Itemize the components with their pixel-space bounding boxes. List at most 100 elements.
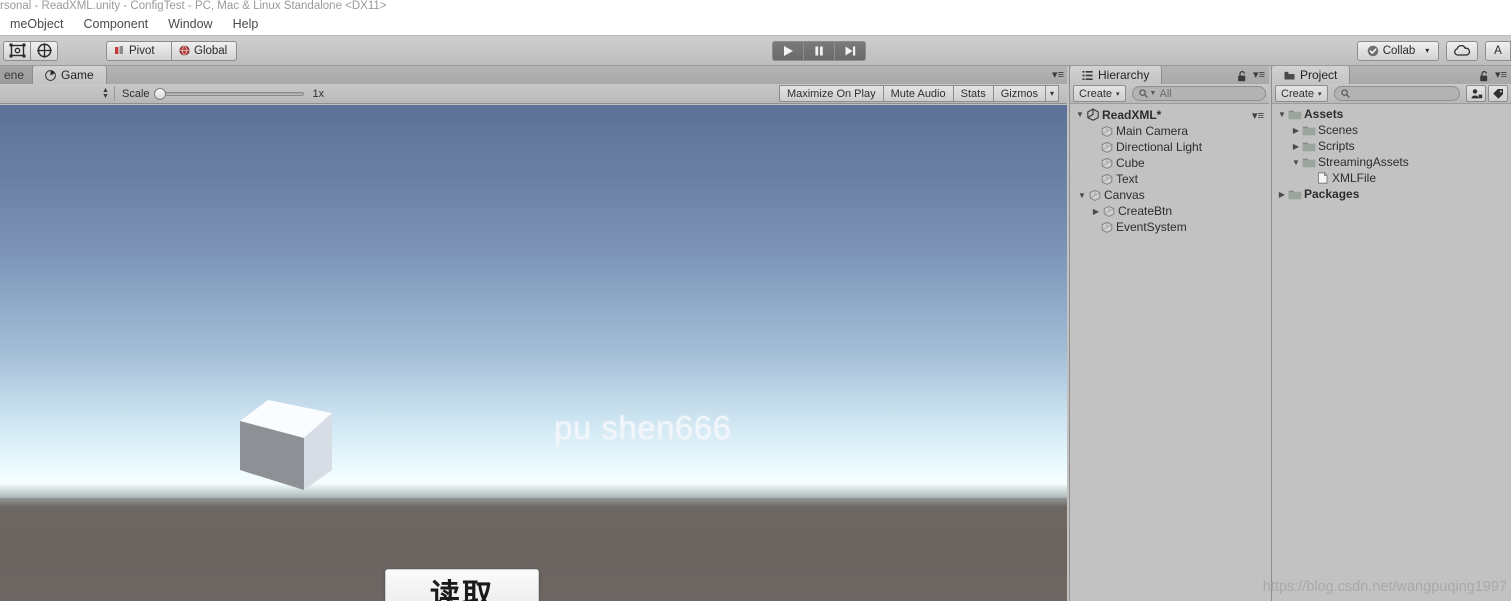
- project-item-assets[interactable]: ▼ Assets: [1272, 106, 1511, 122]
- project-item-scripts[interactable]: ▶ Scripts: [1272, 138, 1511, 154]
- createbtn-expand-arrow-icon[interactable]: ▶: [1090, 207, 1102, 216]
- scenes-expand-arrow-icon[interactable]: ▶: [1290, 126, 1302, 135]
- project-item-streamingassets[interactable]: ▼ StreamingAssets: [1272, 154, 1511, 170]
- menu-item-help[interactable]: Help: [223, 14, 269, 35]
- hierarchy-item-label: Canvas: [1104, 188, 1145, 202]
- maximize-on-play-button[interactable]: Maximize On Play: [778, 85, 884, 102]
- gizmos-button[interactable]: Gizmos: [993, 85, 1046, 102]
- project-tabbar: Project ▾≡: [1272, 66, 1511, 84]
- skybox: [0, 105, 1067, 502]
- hierarchy-item-cube[interactable]: ▶ Cube: [1070, 155, 1269, 171]
- hierarchy-scene-row[interactable]: ▼ ReadXML* ▾≡: [1070, 106, 1269, 123]
- collab-caret-icon: ▾: [1425, 46, 1430, 55]
- project-create-button[interactable]: Create ▾: [1275, 85, 1328, 102]
- stats-button[interactable]: Stats: [953, 85, 994, 102]
- scripts-expand-arrow-icon[interactable]: ▶: [1290, 142, 1302, 151]
- game-panel-menu-icon[interactable]: ▾≡: [1052, 68, 1064, 81]
- gameobject-icon: [1101, 221, 1113, 233]
- hierarchy-search-placeholder: All: [1159, 87, 1172, 100]
- playback-controls-group: [772, 40, 866, 61]
- tab-hierarchy-label: Hierarchy: [1098, 68, 1150, 82]
- project-item-label: Assets: [1304, 107, 1344, 121]
- hierarchy-tree: ▼ ReadXML* ▾≡ ▶ Main Camera: [1070, 104, 1269, 235]
- hierarchy-tabbar: Hierarchy ▾≡: [1070, 66, 1269, 84]
- hierarchy-scene-menu-icon[interactable]: ▾≡: [1252, 109, 1264, 122]
- hierarchy-item-canvas[interactable]: ▼ Canvas: [1070, 187, 1269, 203]
- tab-project[interactable]: Project: [1272, 66, 1351, 84]
- project-item-label: StreamingAssets: [1318, 155, 1409, 169]
- cloud-services-button[interactable]: [1446, 40, 1478, 61]
- collab-button[interactable]: Collab ▾: [1357, 40, 1439, 61]
- project-item-label: XMLFile: [1332, 171, 1377, 185]
- hierarchy-item-text[interactable]: ▶ Text: [1070, 171, 1269, 187]
- project-item-xmlfile[interactable]: ▶ XMLFile: [1272, 170, 1511, 186]
- game-panel-tabbar: ene Game ▾≡: [0, 66, 1067, 84]
- project-panel-menu-icon[interactable]: ▾≡: [1495, 68, 1507, 81]
- account-button[interactable]: A: [1485, 40, 1511, 61]
- packages-expand-arrow-icon[interactable]: ▶: [1276, 190, 1288, 199]
- hierarchy-create-label: Create: [1079, 87, 1113, 100]
- step-button[interactable]: [834, 40, 866, 61]
- project-item-label: Scripts: [1318, 139, 1355, 153]
- project-item-packages[interactable]: ▶ Packages: [1272, 186, 1511, 202]
- hierarchy-search-input[interactable]: ▼ All: [1131, 86, 1266, 101]
- project-folder-icon: [1284, 71, 1295, 79]
- menu-bar: meObject Component Window Help: [0, 14, 1511, 36]
- filter-by-type-button[interactable]: [1466, 85, 1486, 102]
- tab-scene[interactable]: ene: [0, 66, 34, 84]
- menu-item-component[interactable]: Component: [74, 14, 159, 35]
- tab-scene-label: ene: [4, 68, 25, 82]
- hierarchy-item-main-camera[interactable]: ▶ Main Camera: [1070, 123, 1269, 139]
- search-icon: [1340, 89, 1350, 98]
- cloud-icon: [1454, 44, 1471, 56]
- unity-scene-icon: [1087, 108, 1099, 121]
- expand-arrow-placeholder: ▶: [1088, 223, 1100, 232]
- hierarchy-create-button[interactable]: Create ▾: [1073, 85, 1126, 102]
- hierarchy-item-createbtn[interactable]: ▶ CreateBtn: [1070, 203, 1269, 219]
- cube-object: [236, 393, 336, 493]
- aspect-ratio-stepper[interactable]: ▲ ▼: [99, 85, 112, 102]
- pause-button[interactable]: [803, 40, 835, 61]
- mute-audio-button[interactable]: Mute Audio: [883, 85, 954, 102]
- transform-tool-button[interactable]: [30, 40, 58, 61]
- project-search-input[interactable]: [1333, 86, 1460, 101]
- menu-item-gameobject[interactable]: meObject: [0, 14, 74, 35]
- menu-item-window[interactable]: Window: [158, 14, 222, 35]
- filter-by-label-button[interactable]: [1488, 85, 1508, 102]
- assets-expand-arrow-icon[interactable]: ▼: [1276, 110, 1288, 119]
- rect-transform-tool-button[interactable]: [3, 40, 31, 61]
- pivot-toggle-button[interactable]: Pivot: [106, 40, 172, 61]
- expand-arrow-placeholder: ▶: [1088, 127, 1100, 136]
- gizmos-dropdown-button[interactable]: ▾: [1045, 85, 1059, 102]
- scale-slider-knob[interactable]: [153, 87, 166, 100]
- hierarchy-body: Create ▾ ▼ All ▼ ReadXML* ▾≡ Main Camera…: [1070, 84, 1269, 601]
- cube-icon: [240, 400, 332, 490]
- expand-arrow-placeholder: ▶: [1088, 143, 1100, 152]
- rect-transform-icon: [9, 43, 25, 58]
- hierarchy-panel-menu-icon[interactable]: ▾≡: [1253, 68, 1265, 81]
- gameobject-icon: [1101, 173, 1113, 185]
- canvas-expand-arrow-icon[interactable]: ▼: [1076, 191, 1088, 200]
- game-icon: [45, 69, 56, 81]
- folder-icon: [1288, 190, 1302, 200]
- hierarchy-item-label: Directional Light: [1116, 140, 1203, 154]
- hierarchy-item-eventsystem[interactable]: ▶ EventSystem: [1070, 219, 1269, 235]
- global-toggle-button[interactable]: Global: [171, 40, 237, 61]
- tab-hierarchy[interactable]: Hierarchy: [1070, 66, 1163, 84]
- window-title: rsonal - ReadXML.unity - ConfigTest - PC…: [0, 0, 1511, 14]
- hierarchy-item-directional-light[interactable]: ▶ Directional Light: [1070, 139, 1269, 155]
- game-view-toolbar: ▲ ▼ Scale 1x Maximize On Play Mute Audio …: [0, 84, 1067, 104]
- play-button[interactable]: [772, 40, 804, 61]
- scale-slider[interactable]: [153, 87, 304, 100]
- scale-label: Scale: [122, 87, 150, 100]
- streamingassets-expand-arrow-icon[interactable]: ▼: [1290, 158, 1302, 167]
- game-render-area[interactable]: pu shen666 读取: [0, 105, 1067, 601]
- project-item-scenes[interactable]: ▶ Scenes: [1272, 122, 1511, 138]
- tab-game[interactable]: Game: [33, 66, 107, 84]
- hierarchy-item-label: Main Camera: [1116, 124, 1189, 138]
- read-button[interactable]: 读取: [385, 569, 539, 601]
- lock-open-icon: [1480, 71, 1488, 82]
- scene-expand-arrow-icon[interactable]: ▼: [1074, 110, 1086, 119]
- scale-value: 1x: [312, 87, 325, 100]
- search-filter-caret-icon[interactable]: ▼: [1150, 90, 1157, 97]
